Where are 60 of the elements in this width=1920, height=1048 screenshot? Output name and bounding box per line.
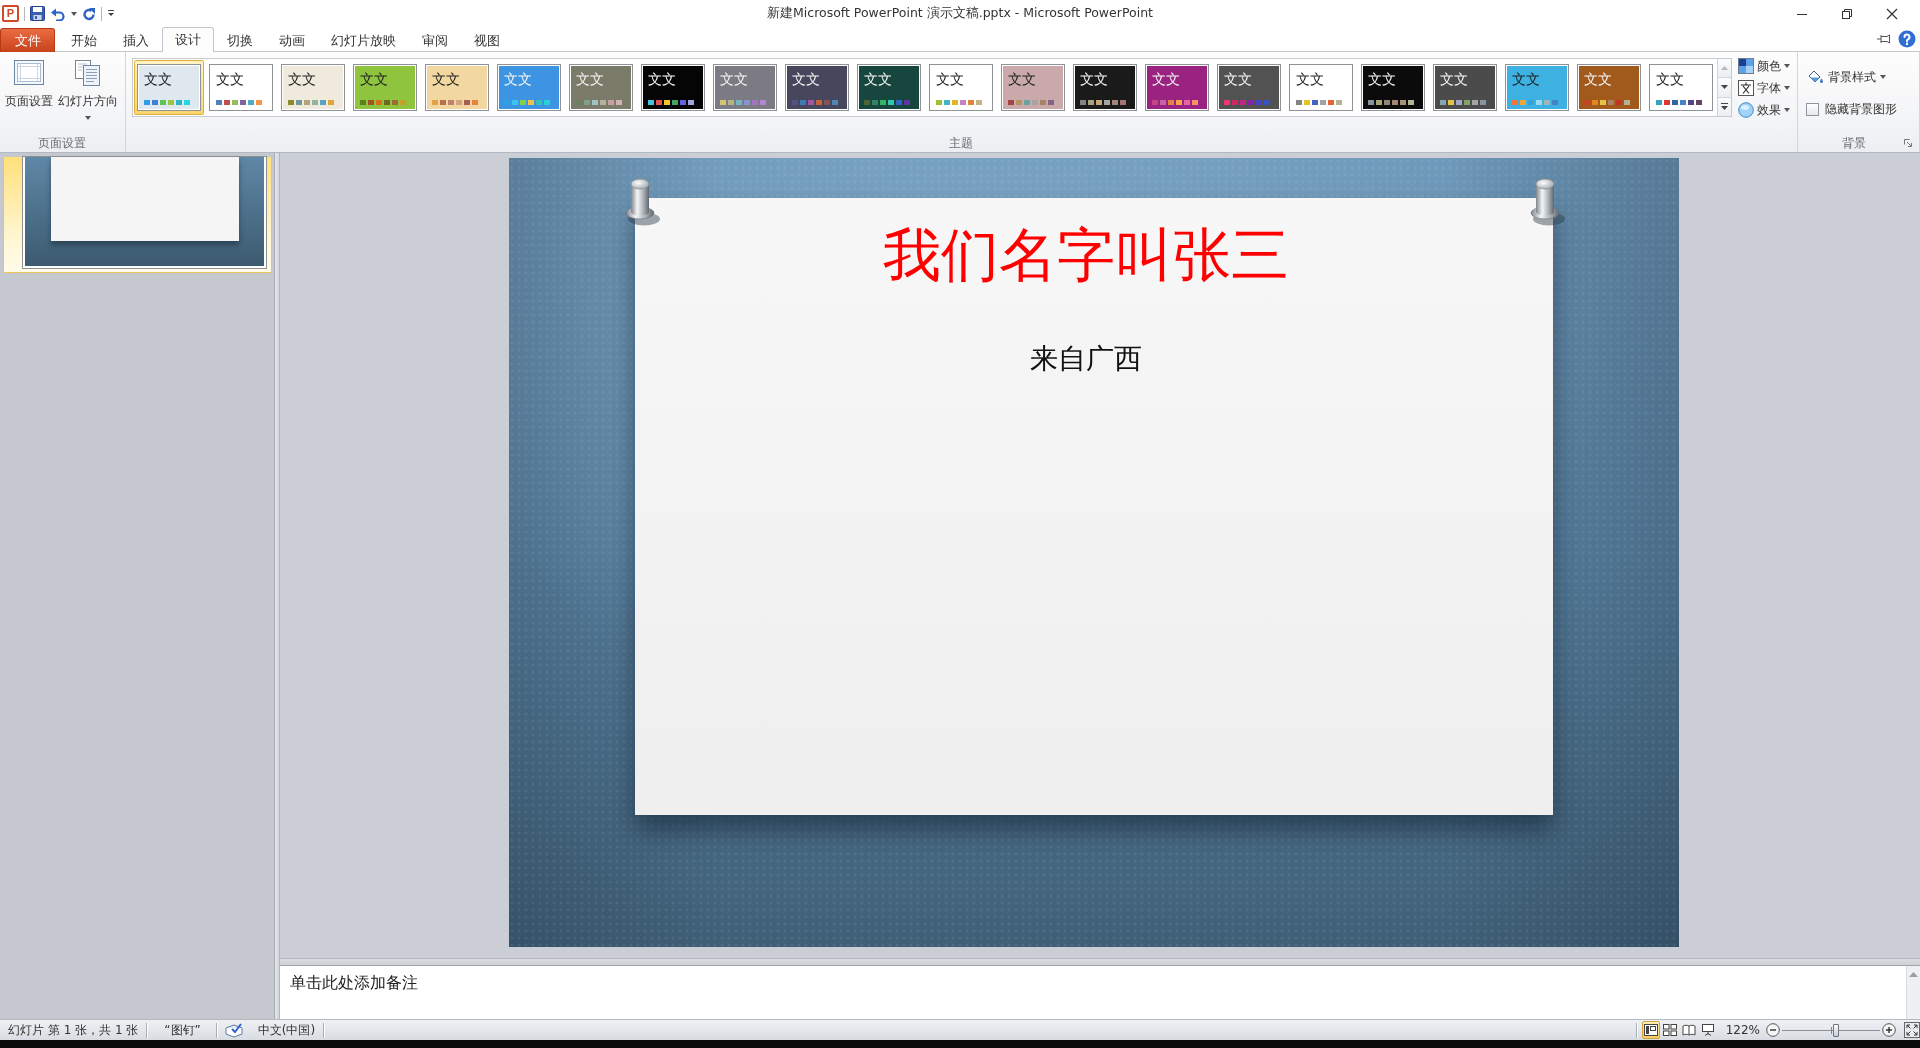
ribbon-tab[interactable]: 动画	[266, 28, 318, 52]
ribbon-tab[interactable]: 审阅	[409, 28, 461, 52]
ribbon-tab[interactable]: 视图	[461, 28, 513, 52]
theme-option-button[interactable]: 颜色	[1738, 58, 1790, 74]
language-text[interactable]: 中文(中国)	[257, 1021, 316, 1039]
window-title: 新建Microsoft PowerPoint 演示文稿.pptx - Microsoft PowerPoint	[767, 5, 1153, 22]
gallery-scroll-down-button[interactable]	[1718, 78, 1731, 98]
book-check-icon[interactable]	[224, 1022, 243, 1038]
theme-thumbnail[interactable]: 文文	[134, 60, 204, 115]
background-styles-button[interactable]: 背景样式	[1806, 68, 1886, 86]
ribbon-tab[interactable]: 切换	[214, 28, 266, 52]
caret-down-icon[interactable]	[1721, 85, 1728, 90]
caret-down-icon[interactable]	[1880, 75, 1886, 79]
caret-down-icon[interactable]	[71, 11, 77, 16]
caret-down-icon[interactable]	[1784, 108, 1790, 112]
fit-to-window-icon[interactable]	[1904, 1022, 1920, 1038]
theme-option-button[interactable]: 字体	[1738, 80, 1790, 96]
caret-down-icon[interactable]	[1784, 64, 1790, 68]
caret-down-icon[interactable]	[1784, 86, 1790, 90]
page-setup-icon	[13, 60, 45, 86]
file-tab[interactable]: 文件	[0, 28, 55, 52]
caret-down-icon[interactable]	[85, 116, 91, 120]
zoom-out-icon[interactable]	[1766, 1023, 1780, 1037]
theme-name-text: “图钉”	[164, 1021, 201, 1039]
slide-count-text: 幻灯片 第 1 张，共 1 张	[8, 1021, 139, 1039]
paint-bucket-icon[interactable]	[1806, 69, 1824, 85]
ribbon-tab[interactable]: 开始	[58, 28, 110, 52]
redo-icon[interactable]	[82, 6, 96, 21]
ribbon-tab[interactable]: 幻灯片放映	[318, 28, 409, 52]
stacked-pages-icon	[73, 60, 103, 86]
help-icon[interactable]	[1898, 30, 1916, 48]
effects-circle-icon[interactable]	[1738, 102, 1754, 118]
page-setup-button[interactable]: 页面设置	[5, 60, 53, 108]
checkbox[interactable]	[1806, 102, 1819, 116]
slide-title: 我们名字叫张三	[883, 222, 1289, 288]
group-label: 主题	[948, 135, 974, 150]
ribbon-tab[interactable]: 插入	[110, 28, 162, 52]
zoom-level-text[interactable]: 122%	[1725, 1023, 1760, 1037]
save-icon[interactable]	[30, 6, 45, 21]
slider-thumb[interactable]	[1832, 1023, 1839, 1037]
dialog-launcher-icon[interactable]	[1904, 138, 1912, 147]
scrollbar[interactable]	[1906, 966, 1920, 1019]
zoom-in-icon[interactable]	[1882, 1023, 1896, 1037]
restore-icon[interactable]	[1841, 7, 1853, 20]
theme-option-button[interactable]: 效果	[1738, 102, 1790, 118]
customize-menu-icon[interactable]	[107, 9, 115, 18]
font-icon[interactable]	[1738, 80, 1754, 96]
zoom-slider[interactable]	[1782, 1023, 1880, 1037]
group-label: 背景	[1841, 135, 1867, 150]
color-grid-icon[interactable]	[1738, 58, 1754, 74]
ribbon-tab[interactable]: 设计	[162, 27, 214, 52]
pin-icon[interactable]	[1876, 33, 1892, 45]
slide-subtitle: 来自广西	[1030, 343, 1142, 375]
undo-icon[interactable]	[50, 6, 66, 21]
app-logo[interactable]: P	[2, 5, 19, 22]
checkbox-label[interactable]: 隐藏背景图形	[1825, 100, 1897, 118]
slide-orientation-button[interactable]: 幻灯片方向	[58, 60, 118, 120]
group-label: 页面设置	[37, 135, 87, 150]
expand-icon[interactable]	[1721, 103, 1728, 111]
close-icon[interactable]	[1886, 7, 1898, 20]
